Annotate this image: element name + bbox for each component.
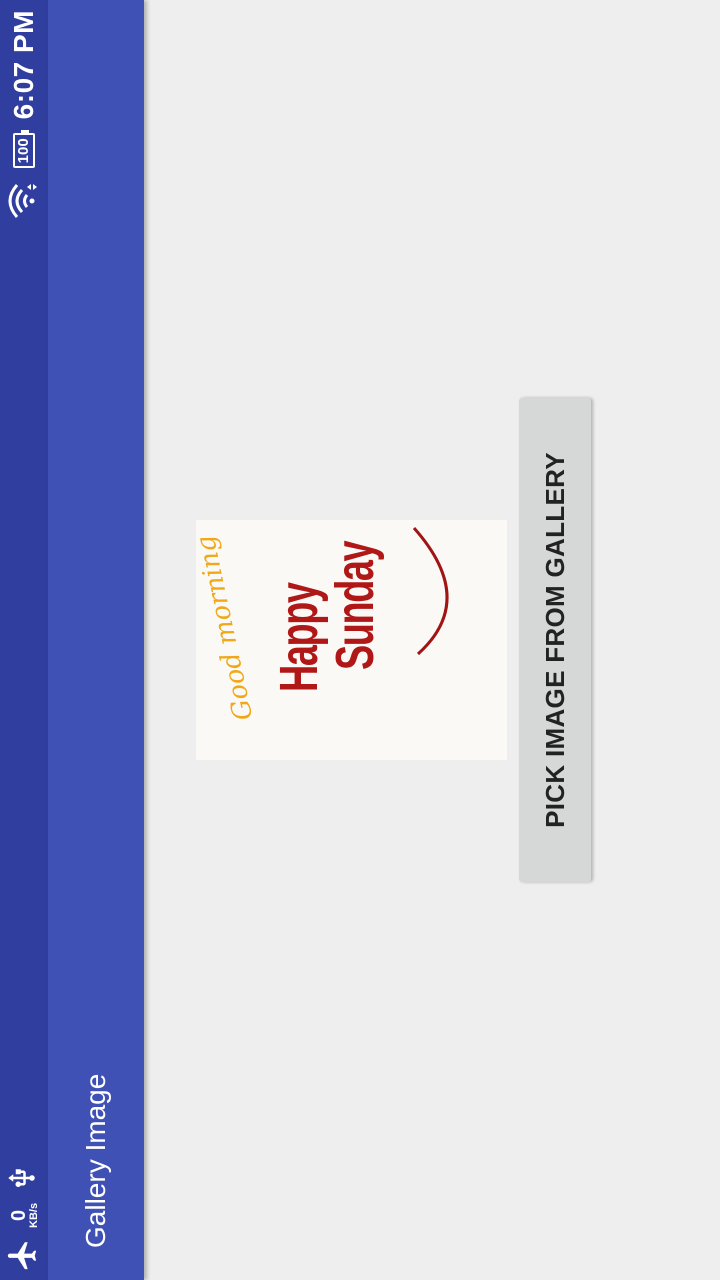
image-text-good-morning: Good morning <box>190 532 260 724</box>
status-bar-right: 100 6:07 PM <box>0 10 48 220</box>
clock: 6:07 PM <box>8 10 39 120</box>
image-text-sunday: Sunday <box>325 541 385 670</box>
screen: 0 KB/s 100 6:07 PM Gallery Image Good mo… <box>0 0 720 1280</box>
network-speed: 0 KB/s <box>7 1202 40 1228</box>
network-speed-unit: KB/s <box>27 1202 40 1228</box>
app-bar: Gallery Image <box>48 0 144 1280</box>
status-bar: 0 KB/s 100 6:07 PM <box>0 0 48 1280</box>
selected-image-preview: Good morning Happy Sunday <box>191 520 507 760</box>
airplane-icon <box>5 1238 44 1272</box>
wifi-icon <box>5 182 44 220</box>
smile-swoosh-graphic <box>412 527 449 656</box>
image-text-happy: Happy <box>269 583 329 692</box>
battery-icon: 100 <box>13 133 35 169</box>
app-title: Gallery Image <box>80 1073 111 1248</box>
pick-image-from-gallery-button[interactable]: PICK IMAGE FROM GALLERY <box>519 398 591 882</box>
network-speed-value: 0 <box>7 1209 30 1222</box>
usb-icon <box>7 1163 42 1193</box>
status-bar-left: 0 KB/s <box>0 1163 48 1272</box>
